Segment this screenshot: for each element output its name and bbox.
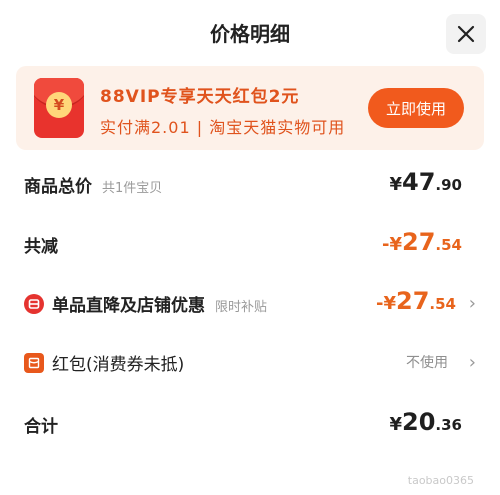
limited-subsidy-tag: 限时补贴 — [215, 300, 268, 315]
watermark: taobao0365 — [407, 474, 474, 487]
total-discount-amount: -¥27.54 — [382, 228, 462, 256]
sum-amount: ¥20.36 — [389, 408, 462, 436]
yuan-coin-icon: ¥ — [46, 92, 72, 118]
use-now-button[interactable]: 立即使用 — [368, 88, 464, 128]
item-count: 共1件宝贝 — [102, 181, 163, 196]
shop-discount-label: 单品直降及店铺优惠 — [52, 296, 205, 316]
sum-row: 合计 ¥20.36 — [24, 408, 476, 440]
shop-discount-icon — [24, 294, 44, 314]
promo-title: 88VIP专享天天红包2元 — [100, 87, 300, 107]
red-packet-label: 红包(消费券未抵) — [52, 355, 185, 375]
promo-banner: ¥ 88VIP专享天天红包2元 实付满2.01 | 淘宝天猫实物可用 立即使用 — [16, 66, 484, 150]
page-title: 价格明细 — [210, 22, 290, 46]
red-packet-status: 不使用 — [406, 355, 448, 371]
total-discount-row: 共减 -¥27.54 — [24, 228, 476, 260]
red-envelope-icon: ¥ — [34, 78, 84, 138]
total-discount-label: 共减 — [24, 237, 58, 257]
total-price-row: 商品总价 共1件宝贝 ¥47.90 — [24, 168, 476, 200]
close-icon — [457, 25, 475, 43]
shop-discount-row[interactable]: 单品直降及店铺优惠 限时补贴 -¥27.54 › — [24, 287, 476, 319]
shop-discount-amount: -¥27.54 — [376, 287, 456, 315]
red-packet-row[interactable]: 红包(消费券未抵) 不使用 › — [24, 346, 476, 378]
chevron-right-icon: › — [468, 293, 476, 314]
red-packet-icon — [24, 353, 44, 373]
chevron-right-icon: › — [468, 352, 476, 373]
sum-label: 合计 — [24, 417, 58, 437]
close-button[interactable] — [446, 14, 486, 54]
total-price-amount: ¥47.90 — [389, 168, 462, 196]
promo-condition: 实付满2.01 | 淘宝天猫实物可用 — [100, 118, 346, 137]
total-price-label: 商品总价 — [24, 177, 92, 197]
sheet-header: 价格明细 — [0, 0, 500, 64]
